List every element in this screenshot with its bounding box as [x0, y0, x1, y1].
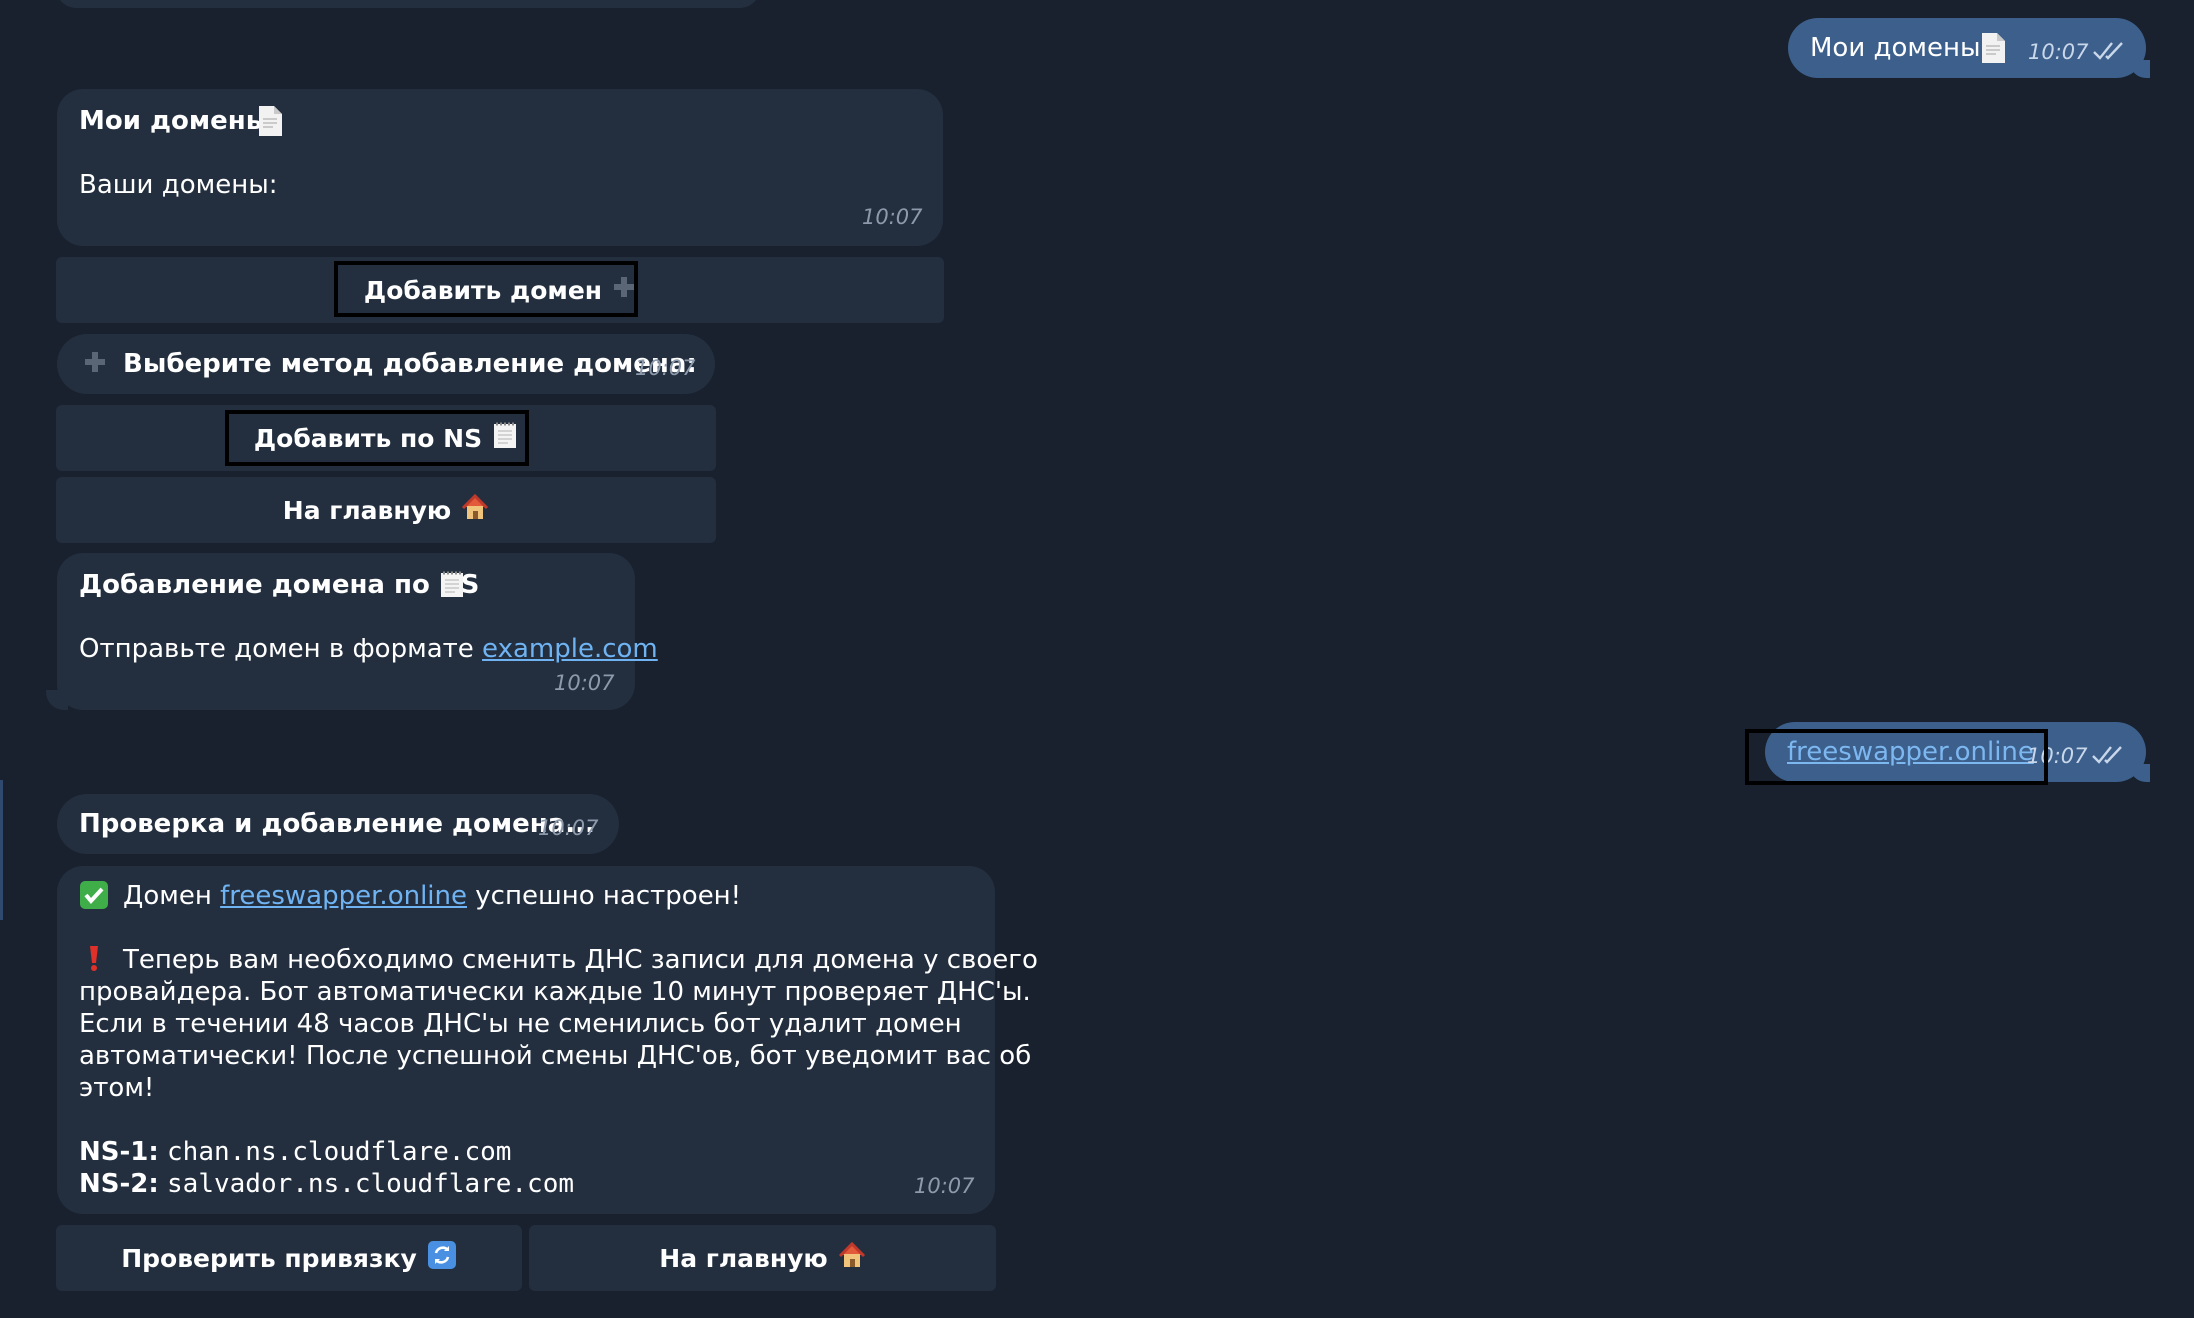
check-mark-icon — [79, 880, 109, 914]
message-body-text: Отправьте домен в формате — [79, 634, 474, 664]
warning-line-5: этом! — [79, 1073, 155, 1103]
message-time: 10:07 — [2028, 40, 2089, 64]
highlight-box — [334, 261, 638, 317]
outgoing-message-my-domains: Мои домены 10:07 — [1788, 18, 2146, 78]
message-time: 10:07 — [554, 671, 615, 695]
message-time: 10:07 — [862, 205, 923, 229]
exclamation-icon — [87, 944, 101, 976]
bubble-tail — [46, 690, 68, 710]
ns-2-label: NS-2: — [79, 1169, 159, 1199]
ns-1-label: NS-1: — [79, 1137, 159, 1167]
previous-message-edge — [56, 0, 760, 8]
document-icon — [257, 105, 283, 141]
plus-icon — [83, 350, 107, 378]
button-label: На главную — [659, 1243, 828, 1273]
message-line-1: Домен freeswapper.online успешно настрое… — [123, 880, 741, 912]
message-title: Добавление домена по NS — [79, 570, 480, 600]
ns-1-value[interactable]: chan.ns.cloudflare.com — [167, 1137, 511, 1167]
refresh-icon — [427, 1240, 457, 1276]
message-text: Проверка и добавление домена... — [79, 809, 595, 839]
example-link[interactable]: example.com — [482, 634, 658, 664]
incoming-message-domain-configured: Домен freeswapper.online успешно настрое… — [57, 866, 1038, 1214]
home-button[interactable]: На главную — [56, 477, 716, 543]
house-icon — [838, 1241, 866, 1275]
check-binding-button[interactable]: Проверить привязку — [56, 1225, 522, 1291]
warning-line-1: Теперь вам необходимо сменить ДНС записи… — [123, 945, 1038, 975]
message-title: Мои домены — [79, 106, 270, 136]
bubble-tail — [2130, 764, 2150, 782]
message-text: Выберите метод добавление домена: — [123, 349, 697, 379]
warning-line-2: провайдера. Бот автоматически каждые 10 … — [79, 977, 1031, 1007]
ns-2-line: NS-2: salvador.ns.cloudflare.com — [79, 1168, 574, 1200]
button-label: Проверить привязку — [121, 1243, 417, 1273]
document-icon — [1980, 32, 2006, 68]
incoming-message-my-domains: Мои домены Ваши домены: 10:07 — [57, 89, 943, 246]
bubble-tail — [2130, 60, 2150, 78]
message-time: 10:07 — [538, 816, 599, 840]
home-button-2[interactable]: На главную — [529, 1225, 996, 1291]
message-text: Мои домены — [1810, 33, 1981, 63]
text-configured: успешно настроен! — [475, 881, 742, 911]
text-domain: Домен — [123, 881, 212, 911]
notepad-icon — [439, 569, 465, 603]
domain-link[interactable]: freeswapper.online — [220, 881, 467, 911]
message-body: Ваши домены: — [79, 170, 278, 200]
button-label: На главную — [282, 495, 452, 525]
warning-line-3: Если в течении 48 часов ДНС'ы не сменили… — [79, 1009, 962, 1039]
read-double-check-icon — [2092, 40, 2126, 66]
incoming-message-choose-method: Выберите метод добавление домена: 10:07 — [57, 334, 715, 394]
message-time: 10:07 — [914, 1174, 975, 1198]
highlight-box — [1745, 729, 2048, 785]
incoming-message-add-by-ns: Добавление домена по NS Отправьте домен … — [57, 553, 658, 710]
warning-line-4: автоматически! После успешной смены ДНС'… — [79, 1041, 1032, 1071]
ns-2-value[interactable]: salvador.ns.cloudflare.com — [167, 1169, 574, 1199]
left-edge-indicator — [0, 780, 3, 920]
read-double-check-icon — [2091, 744, 2125, 770]
highlight-box — [225, 410, 529, 466]
message-time: 10:07 — [635, 356, 696, 380]
ns-1-line: NS-1: chan.ns.cloudflare.com — [79, 1136, 511, 1168]
message-body: Отправьте домен в формате example.com — [79, 633, 658, 665]
incoming-message-checking: Проверка и добавление домена... 10:07 — [57, 794, 619, 854]
house-icon — [461, 493, 489, 527]
